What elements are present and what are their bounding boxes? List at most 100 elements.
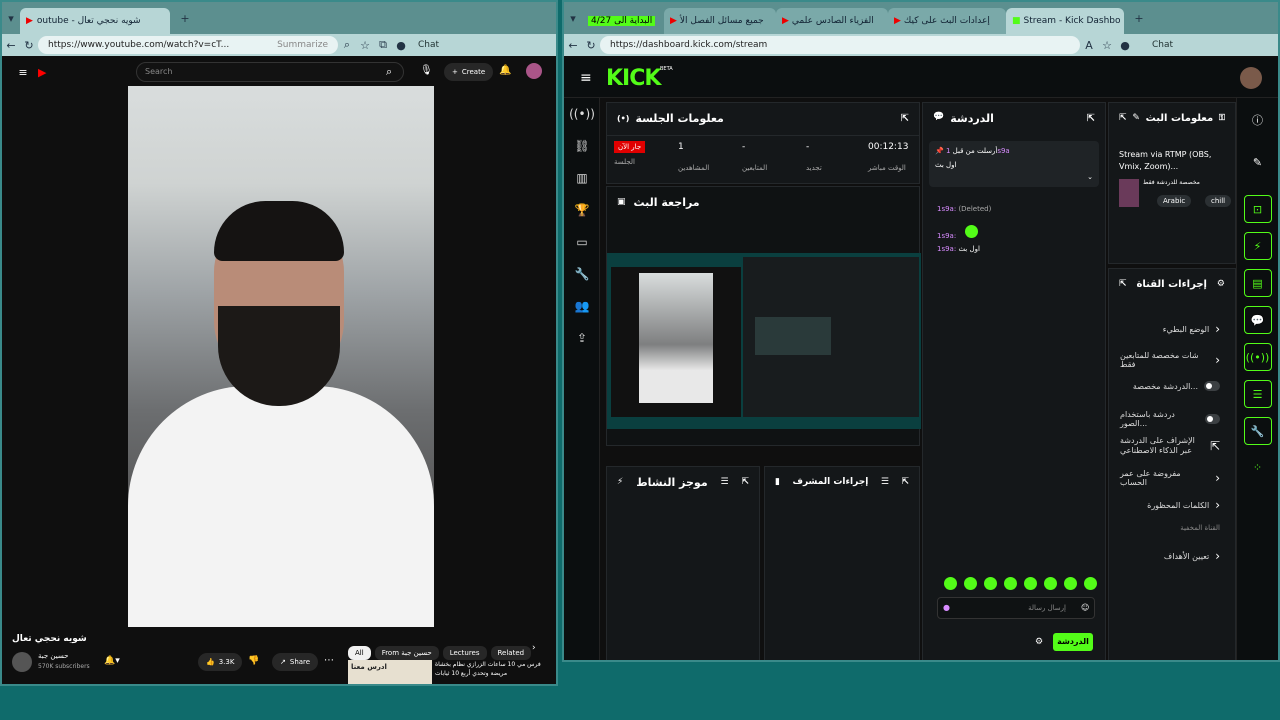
- action-banned-words[interactable]: الكلمات المحظورة ›: [1120, 498, 1220, 512]
- like-button[interactable]: 👍 3.3K: [198, 653, 243, 671]
- chat-mic-icon[interactable]: ●: [943, 603, 950, 612]
- profile-avatar-icon[interactable]: ●: [392, 39, 410, 52]
- youtube-logo-icon[interactable]: ▶: [38, 66, 46, 79]
- reload-icon[interactable]: ↻: [20, 39, 38, 52]
- emote-8[interactable]: [1084, 577, 1097, 590]
- action-followers-only[interactable]: شات مخصصة للمتابعين فقط ›: [1120, 351, 1220, 369]
- toggle-image-chat[interactable]: [1205, 414, 1220, 424]
- edit-icon[interactable]: ✎: [1244, 149, 1272, 177]
- tab-progress[interactable]: البداية الى 4/27: [582, 8, 664, 34]
- trophy-icon[interactable]: 🏆: [564, 194, 600, 226]
- right-reload-icon[interactable]: ↻: [582, 39, 600, 52]
- session-popout-icon[interactable]: ⇱: [901, 113, 909, 124]
- action-set-goals[interactable]: تعيين الأهداف ›: [1120, 549, 1220, 563]
- chat-input[interactable]: إرسال رسالة: [937, 597, 1095, 619]
- tab-youtube-2[interactable]: ▶ جميع مسائل الفصل الأ: [664, 8, 776, 34]
- extensions-icon[interactable]: ⧉: [374, 38, 392, 52]
- summarize-label[interactable]: Summarize: [277, 40, 328, 50]
- video-icon[interactable]: ▭: [564, 226, 600, 258]
- mod-filter-icon[interactable]: ☰: [881, 477, 889, 487]
- document-icon[interactable]: ▤: [1243, 269, 1272, 297]
- tab-youtube-3[interactable]: ▶ الفزياء الصادس علمي: [776, 8, 888, 34]
- share-button[interactable]: ↗ Share: [272, 653, 319, 671]
- mod-popout-icon[interactable]: ⇱: [901, 477, 909, 487]
- chip-lectures[interactable]: Lectures: [442, 646, 487, 660]
- chip-from-channel[interactable]: From حسين جبة: [374, 646, 439, 660]
- emote-3[interactable]: [984, 577, 997, 590]
- chat-message-1[interactable]: 1s9a: (Deleted): [937, 205, 991, 213]
- zoom-icon[interactable]: ⌕: [338, 38, 356, 52]
- activity-popout-icon[interactable]: ⇱: [741, 477, 749, 487]
- bolt-icon[interactable]: ⚡: [1243, 232, 1272, 260]
- kick-user-avatar[interactable]: [1240, 67, 1262, 89]
- more-icon[interactable]: ⋯: [324, 655, 334, 666]
- link-icon[interactable]: ⛓: [564, 130, 600, 162]
- recommendation-title[interactable]: فرس مي 10 ساعات الزرازي نظام بخشاة مريضة …: [435, 660, 543, 678]
- channel-name[interactable]: حسين جبة: [38, 652, 68, 660]
- analytics-icon[interactable]: ▥: [564, 162, 600, 194]
- right-tab-menu-icon[interactable]: ▾: [564, 12, 582, 25]
- chip-related[interactable]: Related: [490, 646, 532, 660]
- dislike-icon[interactable]: 👎: [248, 656, 259, 666]
- hamburger-icon[interactable]: ≡: [14, 66, 32, 79]
- tab-youtube[interactable]: ▶ outube - شويه نحجي تعال: [20, 8, 170, 34]
- right-read-aloud-icon[interactable]: A: [1080, 39, 1098, 52]
- copilot-chat-button[interactable]: Chat: [418, 40, 439, 50]
- channel-actions-popout-icon[interactable]: ⇱: [1119, 279, 1127, 289]
- right-copilot-chat[interactable]: Chat: [1152, 40, 1173, 50]
- emote-2[interactable]: [964, 577, 977, 590]
- toggle-custom-chat[interactable]: [1204, 381, 1220, 391]
- chat-popout-icon[interactable]: ⇱: [1087, 113, 1095, 124]
- recommendation-thumbnail[interactable]: ادرس معنا: [348, 660, 432, 684]
- wrench-icon[interactable]: 🔧: [564, 258, 600, 290]
- url-field[interactable]: https://www.youtube.com/watch?v=cT... Su…: [38, 36, 338, 54]
- mic-icon[interactable]: 🎙: [420, 65, 433, 76]
- create-button[interactable]: + Create: [444, 63, 494, 81]
- kick-menu-icon[interactable]: ≡: [580, 70, 592, 86]
- right-profile-icon[interactable]: ●: [1116, 39, 1134, 52]
- info-icon[interactable]: ⓘ: [1244, 107, 1272, 135]
- action-slow-mode[interactable]: الوضع البطيء ›: [1120, 322, 1220, 336]
- emote-1[interactable]: [944, 577, 957, 590]
- preview-frame[interactable]: [607, 253, 921, 429]
- right-favorite-icon[interactable]: ☆: [1098, 39, 1116, 52]
- chat-send-button[interactable]: الدردشة: [1053, 633, 1093, 651]
- search-input[interactable]: Search: [136, 62, 404, 82]
- emote-6[interactable]: [1044, 577, 1057, 590]
- stream-info-edit-icon[interactable]: ✎: [1132, 113, 1140, 123]
- category-thumbnail[interactable]: [1119, 179, 1139, 207]
- favorite-star-icon[interactable]: ☆: [356, 39, 374, 52]
- chip-all[interactable]: All: [348, 646, 371, 660]
- chips-next-icon[interactable]: ›: [532, 643, 536, 653]
- action-account-age[interactable]: مفروضة على عمر الحساب ›: [1120, 469, 1220, 487]
- tab-kick-dashboard[interactable]: ■ Stream - Kick Dashbo: [1006, 8, 1124, 34]
- action-image-chat[interactable]: دردشة باستخدام الصور...: [1120, 410, 1220, 428]
- account-avatar[interactable]: [526, 63, 542, 79]
- emote-4[interactable]: [1004, 577, 1017, 590]
- stream-icon[interactable]: ((•)): [564, 98, 600, 130]
- emote-5[interactable]: [1024, 577, 1037, 590]
- right-new-tab-icon[interactable]: +: [1130, 12, 1148, 25]
- tab-kick-settings[interactable]: ▶ إعدادات البث على كيك: [888, 8, 1006, 34]
- users-icon[interactable]: 👥: [564, 290, 600, 322]
- search-icon[interactable]: ⌕: [386, 65, 392, 79]
- right-url-field[interactable]: https://dashboard.kick.com/stream: [600, 36, 1080, 54]
- notifications-icon[interactable]: 🔔: [499, 65, 511, 76]
- chat-bubble-icon[interactable]: 💬: [1243, 306, 1272, 334]
- video-player[interactable]: [128, 86, 434, 627]
- broadcast-icon[interactable]: ((•)): [1243, 343, 1272, 371]
- right-back-icon[interactable]: ←: [564, 39, 582, 52]
- bell-icon[interactable]: 🔔▾: [104, 656, 120, 666]
- channel-avatar[interactable]: [12, 652, 32, 672]
- tools-icon[interactable]: 🔧: [1243, 417, 1272, 445]
- action-custom-chat[interactable]: الدردشة مخصصة...: [1120, 381, 1220, 391]
- kick-logo[interactable]: KICK: [606, 66, 661, 91]
- pinned-message[interactable]: 📌 أرسلت من قبل 1s9a اول بث ⌄: [929, 141, 1099, 187]
- new-tab-icon[interactable]: +: [176, 12, 194, 25]
- chat-settings-icon[interactable]: ⚙: [1035, 637, 1043, 647]
- emote-7[interactable]: [1064, 577, 1077, 590]
- pinned-expand-icon[interactable]: ⌄: [1087, 173, 1093, 181]
- layout-icon[interactable]: ☰: [1243, 380, 1272, 408]
- chat-message-2[interactable]: 1s9a:: [937, 225, 979, 240]
- chat-emoji-icon[interactable]: ☺: [1081, 603, 1089, 612]
